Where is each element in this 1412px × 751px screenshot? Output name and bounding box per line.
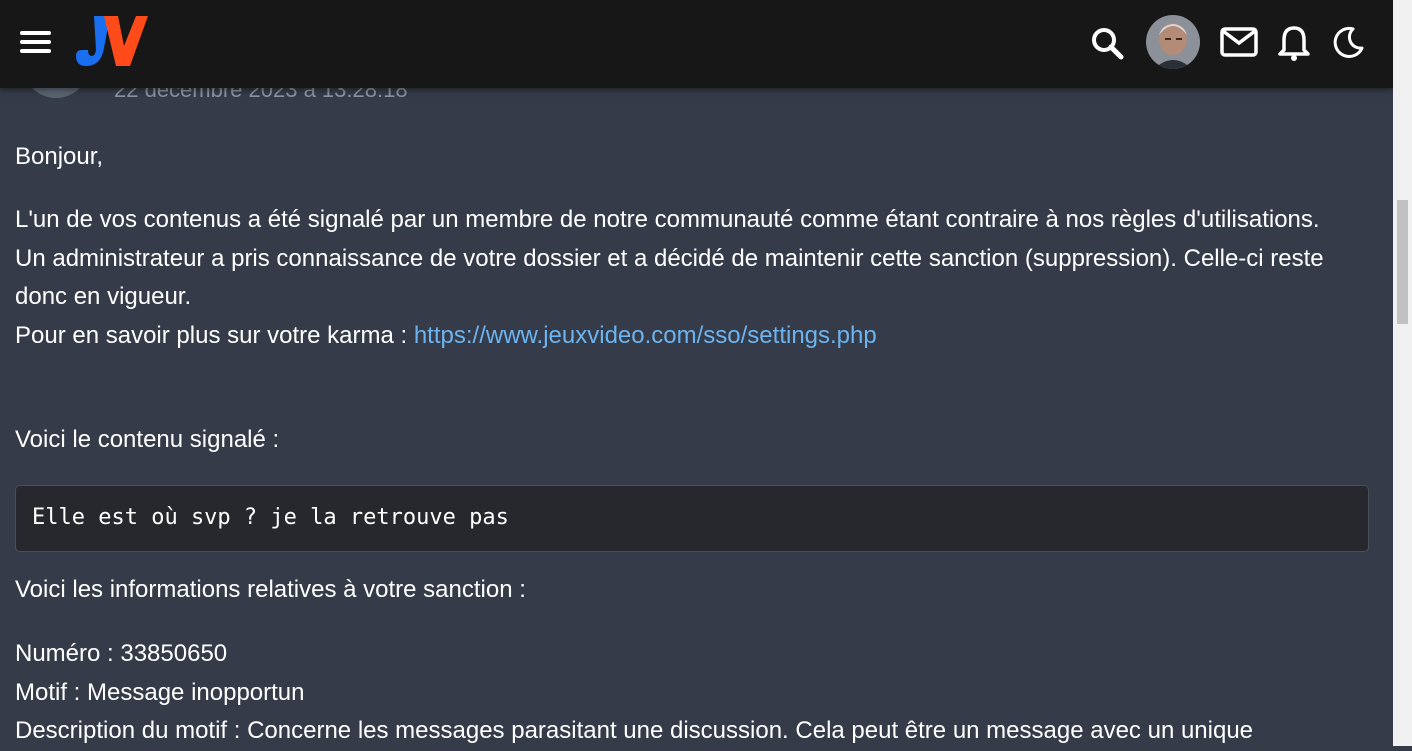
page-scrollbar[interactable]: [1393, 0, 1412, 746]
karma-line: Pour en savoir plus sur votre karma : ht…: [15, 317, 1370, 356]
reported-content-text: Elle est où svp ? je la retrouve pas: [32, 505, 509, 531]
moon-icon[interactable]: [1333, 26, 1365, 63]
greeting-text: Bonjour,: [15, 143, 104, 170]
search-icon[interactable]: [1090, 26, 1126, 67]
sanction-info-intro: Voici les informations relatives à votre…: [15, 576, 526, 603]
mail-icon[interactable]: [1220, 27, 1258, 62]
sanction-details: Numéro : 33850650 Motif : Message inoppo…: [15, 635, 1370, 751]
jv-logo[interactable]: [74, 14, 150, 70]
sanction-description: Description du motif : Concerne les mess…: [15, 717, 1254, 744]
sanction-reason: Motif : Message inopportun: [15, 678, 305, 706]
report-explanation: L'un de vos contenus a été signalé par u…: [15, 201, 1370, 355]
karma-settings-link[interactable]: https://www.jeuxvideo.com/sso/settings.p…: [414, 322, 877, 349]
top-navigation-bar: [0, 0, 1393, 88]
hamburger-menu-icon[interactable]: [20, 31, 51, 53]
sanction-number: Numéro : 33850650: [15, 640, 228, 667]
bell-icon[interactable]: [1278, 24, 1310, 67]
reported-content-intro: Voici le contenu signalé :: [15, 426, 280, 453]
report-line-1: L'un de vos contenus a été signalé par u…: [15, 206, 1320, 233]
karma-prefix: Pour en savoir plus sur votre karma :: [15, 321, 414, 349]
scrollbar-thumb[interactable]: [1397, 200, 1408, 324]
user-avatar[interactable]: [1146, 15, 1200, 69]
reported-content-block: Elle est où svp ? je la retrouve pas: [15, 485, 1369, 552]
report-line-2: Un administrateur a pris connaissance de…: [15, 244, 1324, 311]
